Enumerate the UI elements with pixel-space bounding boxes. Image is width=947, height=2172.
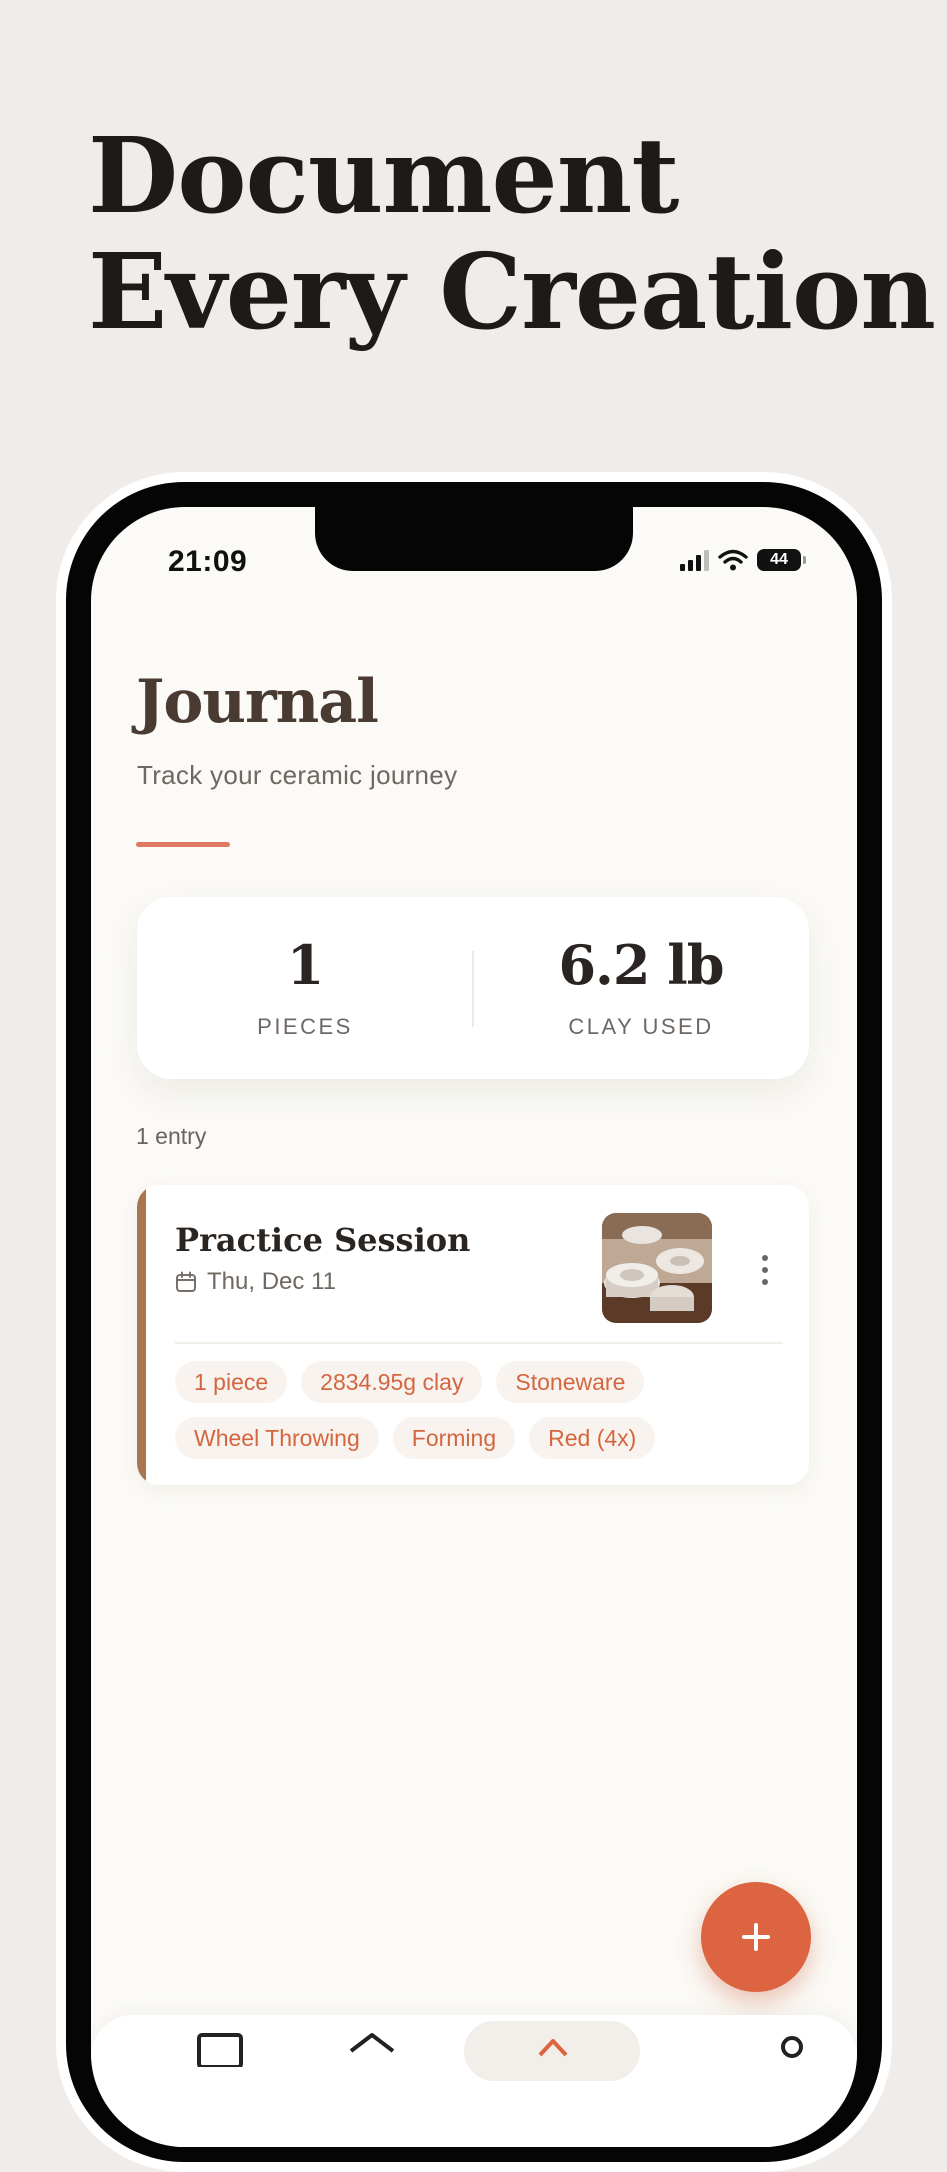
calendar-icon [176,1271,196,1292]
studio-icon [538,2039,568,2057]
stat-clay-used: 6.2 lb CLAY USED [473,897,809,1079]
entry-date: Thu, Dec 11 [207,1268,336,1295]
add-entry-button[interactable] [701,1882,811,1992]
headline-line-2: Every Creation [88,230,936,353]
home-icon [349,2033,395,2053]
notch [315,507,633,571]
entry-title: Practice Session [175,1221,471,1259]
tab-journal[interactable] [195,2027,275,2087]
battery-icon: 44 [757,549,806,571]
status-icons: 44 [680,549,806,571]
status-time: 21:09 [168,545,248,578]
entry-photo-thumbnail[interactable] [602,1213,712,1323]
entry-divider [175,1342,783,1344]
tab-home[interactable] [347,2027,427,2087]
stat-clay-value: 6.2 lb [558,933,724,997]
page-title: Journal [136,667,379,737]
bottom-tab-bar [91,2015,857,2147]
tag: 1 piece [175,1361,288,1403]
profile-icon [781,2036,803,2058]
pottery-photo [602,1213,712,1323]
entry-tags: 1 piece 2834.95g clay Stoneware Wheel Th… [175,1361,735,1459]
journal-icon [197,2033,243,2069]
stats-card: 1 PIECES 6.2 lb CLAY USED [137,897,809,1079]
tab-studio[interactable] [464,2021,640,2081]
stat-pieces-label: PIECES [257,1014,353,1039]
marketing-headline: Document Every Creation [88,114,936,353]
page-subtitle: Track your ceramic journey [137,760,458,790]
phone-screen: 21:09 44 Journal Track your ceramic jour… [91,507,857,2147]
headline-line-1: Document [88,114,679,237]
stat-pieces: 1 PIECES [137,897,473,1079]
entry-more-button[interactable] [753,1255,777,1295]
stat-clay-label: CLAY USED [568,1014,714,1039]
entry-accent-bar [137,1185,146,1485]
tag: Red (4x) [529,1417,656,1459]
tag: Forming [392,1417,516,1459]
title-accent-line [136,842,230,847]
journal-entry-card[interactable]: Practice Session Thu, Dec 11 1 piece 283… [137,1185,809,1485]
wifi-icon [718,549,748,571]
tab-profile[interactable] [767,2027,847,2087]
entry-date-row: Thu, Dec 11 [175,1268,336,1296]
tag: Wheel Throwing [175,1417,379,1459]
more-vertical-icon [762,1255,768,1261]
entry-count: 1 entry [136,1123,207,1149]
cellular-signal-icon [680,549,709,571]
stat-pieces-value: 1 [286,933,325,997]
tag: 2834.95g clay [301,1361,483,1403]
tag: Stoneware [496,1361,645,1403]
